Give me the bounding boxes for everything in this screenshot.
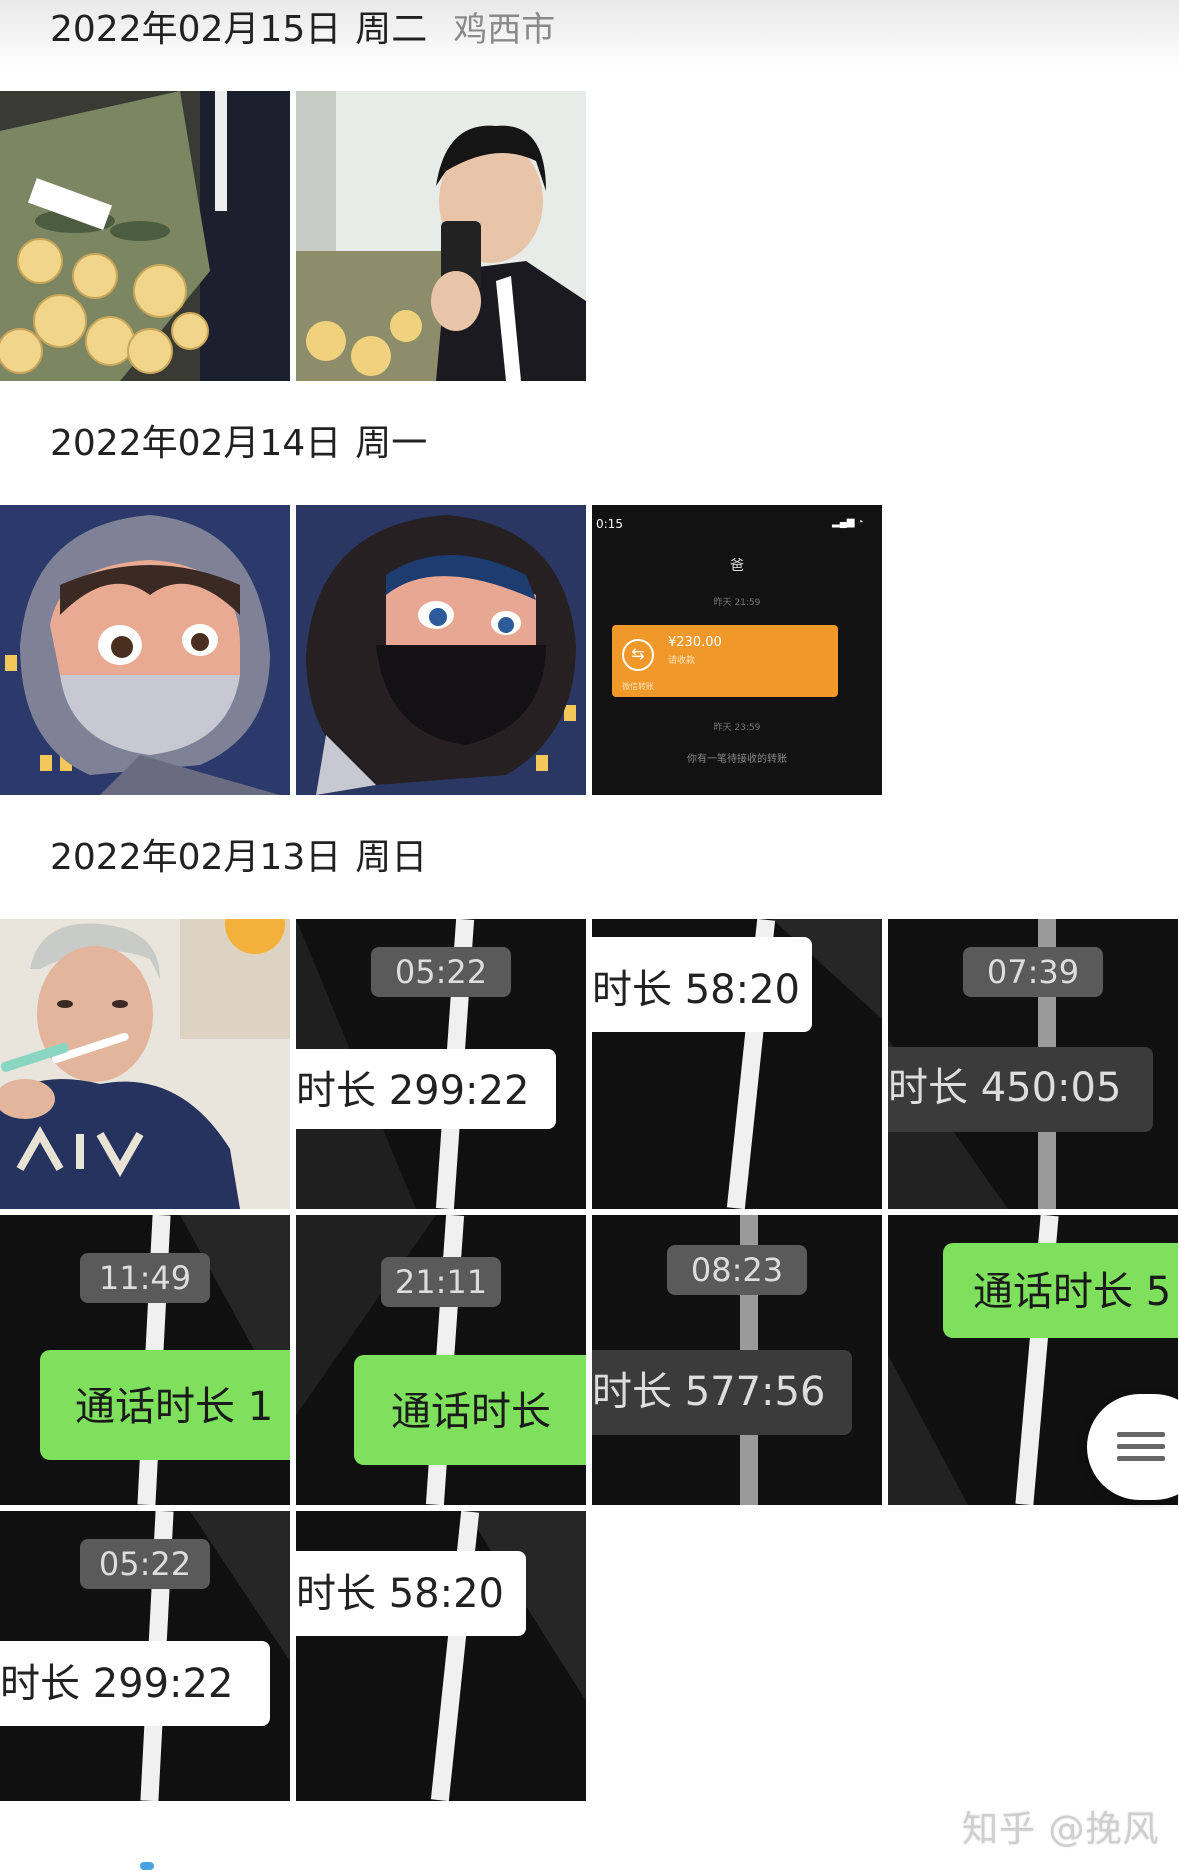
weekday-label: 周日 bbox=[355, 837, 428, 878]
call-time: 05:22 bbox=[395, 953, 487, 991]
photo-thumb-call-2[interactable]: 时长 58:20 bbox=[592, 919, 882, 1209]
call-duration: 通话时长 1 bbox=[75, 1384, 273, 1430]
location-label: 鸡西市 bbox=[453, 10, 556, 50]
transfer-icon: ⇆ bbox=[622, 639, 654, 671]
transfer-amount: ¥230.00 bbox=[668, 635, 722, 650]
transfer-footer: 微信转账 bbox=[622, 682, 654, 691]
status-time: 0:15 bbox=[596, 517, 623, 531]
call-time: 08:23 bbox=[691, 1251, 783, 1289]
date-label: 2022年02月13日 bbox=[50, 837, 342, 878]
call-duration: 通话时长 5 bbox=[973, 1269, 1171, 1315]
call-time: 21:11 bbox=[395, 1263, 487, 1301]
call-time: 07:39 bbox=[987, 953, 1079, 991]
pending-notice: 你有一笔待接收的转账 bbox=[687, 754, 787, 765]
transfer-sub: 请收款 bbox=[668, 656, 696, 666]
menu-icon-bar bbox=[1117, 1456, 1165, 1461]
indicator-dot bbox=[140, 1862, 154, 1870]
call-duration: 时长 299:22 bbox=[296, 1068, 529, 1114]
photo-thumb-anime-helmet-black[interactable] bbox=[296, 505, 586, 795]
call-duration: 通话时长 bbox=[391, 1389, 551, 1435]
photo-thumb-flowers[interactable] bbox=[0, 91, 290, 381]
date-header-0215: 2022年02月15日 周二 鸡西市 bbox=[50, 5, 555, 55]
call-duration: 时长 577:56 bbox=[592, 1369, 825, 1415]
menu-icon bbox=[1117, 1432, 1165, 1437]
photo-thumb-call-9[interactable]: 时长 58:20 bbox=[296, 1511, 586, 1801]
call-time: 11:49 bbox=[99, 1259, 191, 1297]
photo-thumb-call-1[interactable]: 05:22 时长 299:22 bbox=[296, 919, 586, 1209]
call-time: 05:22 bbox=[99, 1545, 191, 1583]
photo-thumb-call-5[interactable]: 21:11 通话时长 bbox=[296, 1215, 586, 1505]
timestamp-1: 昨天 21:59 bbox=[713, 598, 761, 608]
call-duration: 时长 58:20 bbox=[592, 967, 800, 1013]
menu-icon-bar bbox=[1117, 1444, 1165, 1449]
timestamp-2: 昨天 23:59 bbox=[713, 723, 761, 733]
status-icons: ▂▄▆ ◔ bbox=[832, 517, 864, 528]
date-label: 2022年02月15日 bbox=[50, 9, 342, 50]
call-duration: 时长 299:22 bbox=[0, 1661, 233, 1707]
weekday-label: 周一 bbox=[355, 423, 428, 464]
date-label: 2022年02月14日 bbox=[50, 423, 342, 464]
photo-thumb-call-4[interactable]: 11:49 通话时长 1 bbox=[0, 1215, 290, 1505]
weekday-label: 周二 bbox=[355, 9, 428, 50]
date-header-0213: 2022年02月13日 周日 bbox=[50, 833, 427, 883]
photo-thumb-call-6[interactable]: 08:23 时长 577:56 bbox=[592, 1215, 882, 1505]
contact-name: 爸 bbox=[730, 558, 744, 574]
photo-thumb-transfer-screenshot[interactable]: 0:15 ▂▄▆ ◔ 爸 昨天 21:59 ⇆ ¥230.00 请收款 微信转账… bbox=[592, 505, 882, 795]
photo-thumb-call-3[interactable]: 07:39 时长 450:05 bbox=[888, 919, 1178, 1209]
transfer-card[interactable]: ⇆ ¥230.00 请收款 微信转账 bbox=[612, 625, 838, 697]
photo-thumb-selfie[interactable] bbox=[296, 91, 586, 381]
photo-thumb-anime-helmet-gray[interactable] bbox=[0, 505, 290, 795]
call-duration: 时长 58:20 bbox=[296, 1571, 504, 1617]
call-duration: 时长 450:05 bbox=[888, 1065, 1121, 1111]
zhihu-watermark: 知乎 @挽风 bbox=[962, 1809, 1160, 1850]
photo-thumb-call-8[interactable]: 05:22 时长 299:22 bbox=[0, 1511, 290, 1801]
photo-thumb-toothbrush-selfie[interactable] bbox=[0, 919, 290, 1209]
date-header-0214: 2022年02月14日 周一 bbox=[50, 419, 427, 469]
